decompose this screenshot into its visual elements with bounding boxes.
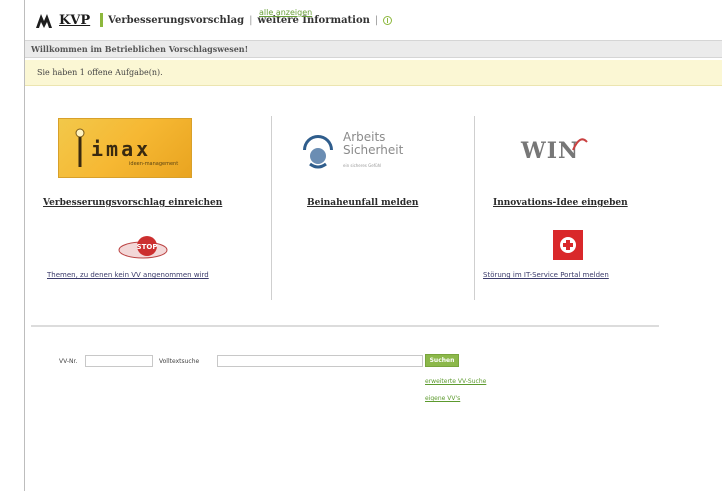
welcome-bar: Willkommen im Betrieblichen Vorschlagswe… [25, 40, 722, 58]
fulltext-label: Volltextsuche [159, 358, 200, 365]
top-bar: KVP Verbesserungsvorschlag | weitere Inf… [25, 0, 722, 40]
stop-icon[interactable]: STOP [117, 234, 169, 260]
main-frame: KVP Verbesserungsvorschlag | weitere Inf… [24, 0, 722, 491]
imax-logo-text: imax [91, 137, 152, 161]
first-aid-icon[interactable] [553, 230, 583, 260]
column-divider [271, 116, 272, 300]
own-suggestions-link[interactable]: eigene VV's [425, 395, 460, 402]
column-divider [474, 116, 475, 300]
submit-innovation-link[interactable]: Innovations-Idee eingeben [493, 198, 628, 208]
arbeitssicherheit-line1: Arbeits [343, 130, 386, 144]
show-all-tasks-link[interactable]: alle anzeigen [259, 8, 312, 17]
task-notice: Sie haben 1 offene Aufgabe(n). [25, 60, 722, 86]
win-logo[interactable]: WIN [521, 132, 591, 168]
welcome-text: Willkommen im Betrieblichen Vorschlagswe… [31, 44, 249, 54]
nav-divider: | [374, 14, 379, 26]
nav-accent-bar [100, 13, 104, 27]
submit-suggestion-link[interactable]: Verbesserungsvorschlag einreichen [43, 198, 222, 208]
company-logo-icon [36, 14, 52, 28]
vv-number-label: VV-Nr. [59, 358, 78, 365]
nav-divider: | [249, 14, 253, 26]
report-it-issue-link[interactable]: Störung im IT-Service Portal melden [483, 271, 609, 279]
topics-without-suggestions-link[interactable]: Themen, zu denen kein VV angenommen wird [47, 271, 209, 279]
nav-verbesserungsvorschlag[interactable]: Verbesserungsvorschlag [108, 15, 244, 26]
advanced-search-link[interactable]: erweiterte VV-Suche [425, 378, 486, 385]
brand-title[interactable]: KVP [59, 13, 90, 28]
arbeitssicherheit-line2: Sicherheit [343, 143, 404, 157]
imax-logo-subtext: ideen-management [129, 161, 179, 167]
svg-text:STOP: STOP [137, 243, 158, 251]
fulltext-search-input[interactable] [217, 355, 423, 367]
power-icon[interactable] [383, 15, 393, 25]
arbeitssicherheit-subtext: ein sicheres Gefühl [343, 163, 382, 168]
arbeitssicherheit-logo[interactable]: Arbeits Sicherheit ein sicheres Gefühl [297, 130, 427, 176]
task-text: Sie haben 1 offene Aufgabe(n). [37, 68, 163, 77]
report-near-miss-link[interactable]: Beinaheunfall melden [307, 198, 418, 208]
first-aid-cross [560, 237, 576, 253]
idea-swirl-icon [572, 138, 588, 151]
lightbulb-icon [75, 128, 85, 167]
imax-logo[interactable]: imax ideen-management [58, 118, 192, 178]
section-divider [31, 325, 659, 327]
search-button[interactable]: Suchen [425, 354, 459, 367]
vv-number-input[interactable] [85, 355, 153, 367]
safety-helmet-icon [303, 135, 333, 169]
